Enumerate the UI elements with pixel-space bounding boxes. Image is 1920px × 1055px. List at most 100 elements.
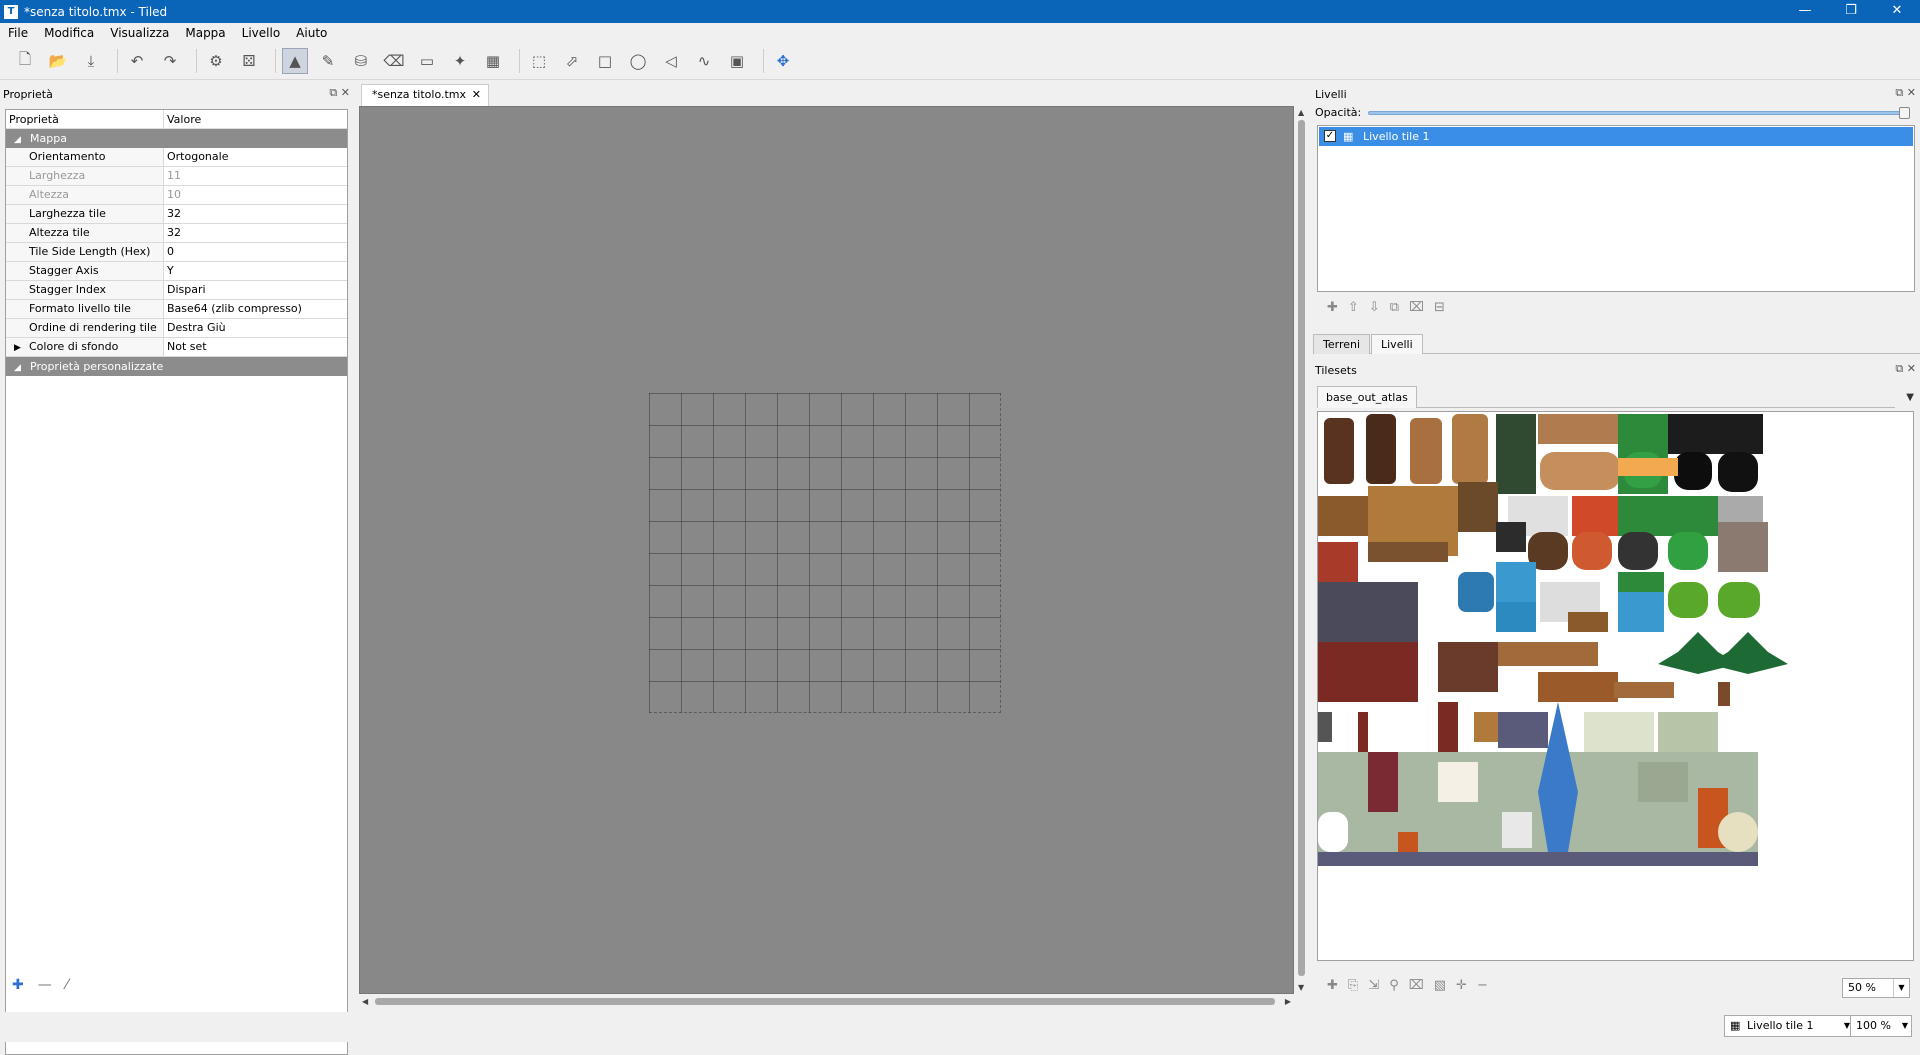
property-row[interactable]: Larghezza tile 32 [6,205,347,224]
edit-terrain-icon[interactable]: ▧ [1434,978,1446,993]
tileset-zoom-select[interactable]: 50 % ▼ [1842,978,1910,998]
menu-aiuto[interactable]: Aiuto [288,26,335,40]
document-tab[interactable]: *senza titolo.tmx ✕ [361,84,489,106]
insert-polygon-icon[interactable]: ◁ [658,48,684,74]
property-row[interactable]: Ordine di rendering tile Destra Giù [6,319,347,338]
horizontal-scroll-thumb[interactable] [375,998,1275,1005]
menu-mappa[interactable]: Mappa [177,26,233,40]
panel-dock-buttons[interactable]: ⧉ ✕ [1895,86,1916,100]
scroll-down-icon[interactable]: ▼ [1298,983,1304,992]
open-file-icon[interactable]: 📂 [45,48,71,74]
property-value[interactable]: Base64 (zlib compresso) [164,300,347,318]
layer-visibility-checkbox[interactable]: ✓ [1324,130,1336,142]
eraser-icon[interactable]: ⌫ [381,48,407,74]
remove-tileset-icon[interactable]: ⌧ [1409,978,1424,993]
export-tileset-icon[interactable]: ⇲ [1368,978,1379,993]
property-row[interactable]: Tile Side Length (Hex) 0 [6,243,347,262]
edit-polygons-icon[interactable]: ⬀ [559,48,585,74]
save-file-icon[interactable]: ⤓ [78,48,104,74]
insert-tile-icon[interactable]: ▣ [724,48,750,74]
add-tiles-icon[interactable]: ✛ [1456,978,1467,993]
delete-layer-icon[interactable]: ⌧ [1409,300,1424,315]
property-row[interactable]: Larghezza 11 [6,167,347,186]
menu-livello[interactable]: Livello [234,26,289,40]
bucket-fill-icon[interactable]: ⛁ [348,48,374,74]
terrain-brush-icon[interactable]: ✎ [315,48,341,74]
remove-property-icon[interactable]: — [38,977,52,993]
property-row[interactable]: Orientamento Ortogonale [6,148,347,167]
property-value[interactable]: Destra Giù [164,319,347,337]
commands-icon[interactable]: ⚙ [203,48,229,74]
property-row[interactable]: Formato livello tile Base64 (zlib compres… [6,300,347,319]
layers-list[interactable]: ✓ ▦ Livello tile 1 [1317,125,1915,292]
tileset-tab[interactable]: base_out_atlas [1317,386,1417,408]
property-value[interactable]: 0 [164,243,347,261]
panel-dock-buttons[interactable]: ⧉ ✕ [1895,362,1916,376]
menu-modifica[interactable]: Modifica [36,26,102,40]
property-value[interactable]: Dispari [164,281,347,299]
property-value[interactable]: 11 [164,167,347,185]
insert-ellipse-icon[interactable]: ◯ [625,48,651,74]
tileset-properties-icon[interactable]: ⚲ [1389,978,1399,993]
current-layer-select[interactable]: ▦ Livello tile 1 ▼ [1724,1015,1854,1037]
property-value[interactable]: Ortogonale [164,148,347,166]
scroll-right-icon[interactable]: ▶ [1285,997,1291,1006]
opacity-slider-handle[interactable] [1899,107,1910,119]
chevron-down-icon[interactable]: ▼ [1902,1016,1908,1036]
duplicate-layer-icon[interactable]: ⧉ [1390,300,1399,315]
toggle-other-layers-icon[interactable]: ⊟ [1434,300,1445,315]
panel-dock-buttons[interactable]: ⧉ ✕ [329,86,350,100]
new-layer-icon[interactable]: ✚ [1327,300,1338,315]
undo-icon[interactable]: ↶ [124,48,150,74]
group-mappa[interactable]: ◢ Mappa [6,129,347,148]
properties-table[interactable]: Proprietà Valore ◢ Mappa Orientamento Orto… [5,109,348,1055]
rect-select-icon[interactable]: ▭ [414,48,440,74]
minimize-button[interactable]: — [1782,0,1828,23]
add-property-icon[interactable]: ✚ [12,977,24,993]
property-value[interactable]: Not set [164,338,347,356]
column-property[interactable]: Proprietà [6,110,164,128]
expand-arrow-icon[interactable]: ▶ [14,339,29,357]
horizontal-scrollbar[interactable]: ◀ ▶ [359,994,1294,1009]
tab-livelli[interactable]: Livelli [1371,334,1423,354]
property-row[interactable]: Stagger Index Dispari [6,281,347,300]
opacity-slider[interactable] [1368,107,1910,119]
group-custom-properties[interactable]: ◢ Proprietà personalizzate [6,357,347,376]
redo-icon[interactable]: ↷ [157,48,183,74]
chevron-down-icon[interactable]: ▼ [1893,979,1909,997]
new-tileset-icon[interactable]: ✚ [1327,978,1338,993]
property-value[interactable]: 32 [164,224,347,242]
select-same-tile-icon[interactable]: ▦ [480,48,506,74]
tileset-image[interactable] [1318,412,1914,961]
vertical-scroll-thumb[interactable] [1298,120,1305,976]
insert-rectangle-icon[interactable]: □ [592,48,618,74]
property-row[interactable]: Altezza tile 32 [6,224,347,243]
map-grid[interactable] [649,393,1001,713]
scroll-left-icon[interactable]: ◀ [362,997,368,1006]
remove-tiles-icon[interactable]: − [1477,978,1488,993]
property-value[interactable]: 10 [164,186,347,204]
select-objects-icon[interactable]: ⬚ [526,48,552,74]
random-mode-icon[interactable]: ⚄ [236,48,262,74]
rename-property-icon[interactable]: ⁄ [66,977,68,993]
lower-layer-icon[interactable]: ⇩ [1369,300,1380,315]
tileset-menu-icon[interactable]: ▼ [1906,392,1914,403]
property-value[interactable]: Y [164,262,347,280]
column-value[interactable]: Valore [164,110,201,128]
embed-tileset-icon[interactable]: ⎘ [1348,978,1358,993]
menu-visualizza[interactable]: Visualizza [102,26,177,40]
tileset-atlas[interactable] [1317,411,1914,961]
vertical-scrollbar[interactable]: ▲ ▼ [1294,106,1309,994]
menu-file[interactable]: File [0,26,36,40]
move-icon[interactable]: ✥ [770,48,796,74]
property-value[interactable]: 32 [164,205,347,223]
scroll-up-icon[interactable]: ▲ [1298,108,1304,117]
close-tab-icon[interactable]: ✕ [472,85,481,105]
map-canvas[interactable] [359,106,1294,994]
stamp-brush-icon[interactable]: ▲ [282,48,308,74]
restore-button[interactable]: ❐ [1828,0,1874,23]
close-button[interactable]: ✕ [1874,0,1920,23]
tab-terreni[interactable]: Terreni [1313,334,1371,354]
property-row[interactable]: Stagger Axis Y [6,262,347,281]
magic-wand-icon[interactable]: ✦ [447,48,473,74]
